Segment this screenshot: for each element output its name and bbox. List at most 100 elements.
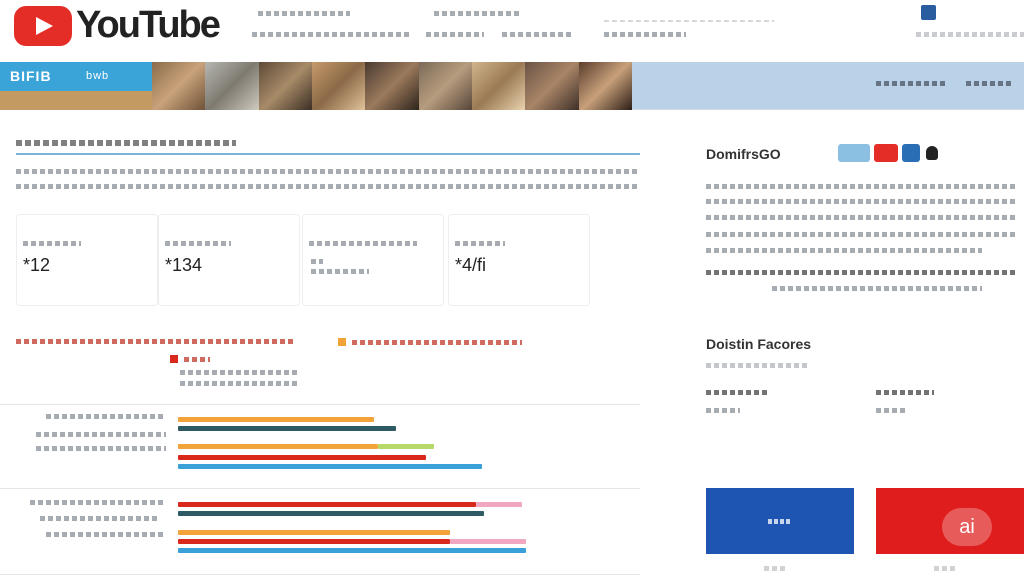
- photo-tile[interactable]: [311, 62, 366, 110]
- bar[interactable]: [178, 455, 426, 460]
- sidebar-text-line: [706, 232, 1016, 237]
- sidebar-text-line: [772, 286, 982, 291]
- photo-tile[interactable]: [205, 62, 259, 110]
- chart-gridline: [0, 404, 640, 405]
- youtube-icon[interactable]: [874, 144, 898, 162]
- tablet-icon[interactable]: [838, 144, 870, 162]
- photo-tile[interactable]: [471, 62, 526, 110]
- header-meta: [916, 32, 1024, 37]
- factor-value: [706, 408, 740, 413]
- bar[interactable]: [178, 417, 374, 422]
- bar[interactable]: [178, 426, 396, 431]
- banner-title: BIFIB: [10, 68, 52, 84]
- group-label: [30, 500, 166, 505]
- legend-item[interactable]: [170, 355, 210, 363]
- bar[interactable]: [378, 444, 434, 449]
- banner: BIFIB bwb: [0, 62, 1024, 110]
- sidebar-text-line: [706, 184, 1016, 189]
- legend-caption: [180, 381, 300, 386]
- bar[interactable]: [476, 502, 522, 507]
- top-header: YouTube: [0, 0, 1024, 62]
- sidebar-caption: [706, 363, 808, 368]
- bar[interactable]: [178, 548, 526, 553]
- button-label: [768, 519, 790, 524]
- button-caption: [934, 566, 956, 571]
- sidebar-text-line: [706, 215, 1016, 220]
- group-label: [40, 516, 158, 521]
- stat-label: [309, 241, 417, 246]
- bar[interactable]: [178, 444, 378, 449]
- banner-logo[interactable]: BIFIB bwb: [0, 62, 152, 110]
- group-label: [46, 532, 166, 537]
- group-label: [46, 414, 166, 419]
- stat-card: *134: [158, 214, 300, 306]
- banner-subtitle: bwb: [86, 70, 110, 82]
- factor-label: [706, 390, 768, 395]
- bar[interactable]: [178, 539, 450, 544]
- photo-tile[interactable]: [578, 62, 632, 110]
- legend-swatch: [170, 355, 178, 363]
- legend-caption: [180, 370, 300, 375]
- nav-link[interactable]: [604, 32, 686, 37]
- stat-label: [23, 241, 81, 246]
- group-label: [36, 446, 166, 451]
- photo-strip: [152, 62, 632, 110]
- button-caption: [764, 566, 786, 571]
- description-line: [16, 184, 638, 189]
- stat-value: [311, 269, 369, 274]
- section-title: [16, 140, 236, 146]
- sidebar-text-line: [706, 248, 982, 253]
- stat-value: *134: [165, 255, 203, 275]
- photo-tile[interactable]: [525, 62, 579, 110]
- legend-label: [352, 339, 522, 345]
- legend-item[interactable]: [338, 338, 522, 346]
- stat-value: [311, 259, 323, 264]
- nav-divider: [604, 20, 774, 22]
- youtube-logo[interactable]: YouTube: [14, 4, 221, 47]
- play-button-icon: [14, 5, 72, 46]
- bar[interactable]: [178, 530, 450, 535]
- telegram-icon[interactable]: [902, 144, 920, 162]
- banner-link[interactable]: [966, 81, 1014, 86]
- factor-label: [876, 390, 934, 395]
- stat-value: *4/fi: [455, 255, 487, 275]
- bar[interactable]: [178, 464, 482, 469]
- stat-card: *12: [16, 214, 158, 306]
- bar[interactable]: [450, 539, 526, 544]
- photo-tile[interactable]: [418, 62, 472, 110]
- nav-link[interactable]: [258, 11, 350, 16]
- sidebar-text-line: [706, 270, 1016, 275]
- account-icon[interactable]: [921, 5, 936, 20]
- primary-button[interactable]: [706, 488, 854, 554]
- nav-link[interactable]: [252, 32, 412, 37]
- stat-label: [165, 241, 231, 246]
- sidebar-text-line: [706, 199, 1016, 204]
- sidebar-section-title: Doistin Facores: [706, 336, 812, 352]
- chart-gridline: [0, 488, 640, 489]
- sidebar-title: DomifrsGO: [706, 146, 781, 162]
- bar[interactable]: [178, 511, 484, 516]
- person-icon[interactable]: [926, 146, 938, 160]
- stat-card: [302, 214, 444, 306]
- stat-label: [455, 241, 505, 246]
- stat-value: *12: [23, 255, 51, 275]
- group-label: [36, 432, 166, 437]
- nav-link[interactable]: [502, 32, 574, 37]
- section-rule: [16, 153, 640, 155]
- photo-tile[interactable]: [258, 62, 312, 110]
- nav-link[interactable]: [434, 11, 520, 16]
- nav-link[interactable]: [426, 32, 484, 37]
- ai-badge: ai: [942, 508, 992, 546]
- banner-link[interactable]: [876, 81, 948, 86]
- description-line: [16, 169, 638, 174]
- factor-value: [876, 408, 908, 413]
- legend-label: [184, 356, 210, 362]
- photo-tile[interactable]: [152, 62, 206, 110]
- bar[interactable]: [178, 502, 476, 507]
- stat-card: *4/fi: [448, 214, 590, 306]
- photo-tile[interactable]: [365, 62, 419, 110]
- logo-text: YouTube: [76, 4, 221, 46]
- chart-title: [16, 339, 294, 344]
- chart-gridline: [0, 574, 640, 575]
- legend-swatch: [338, 338, 346, 346]
